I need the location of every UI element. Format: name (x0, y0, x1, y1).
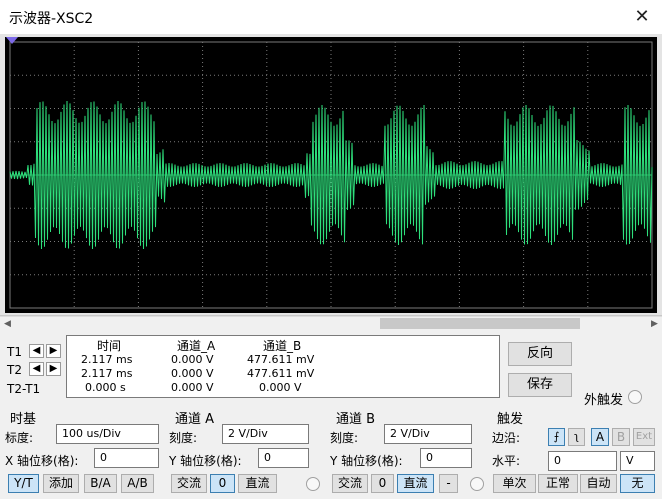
t2-ch-a: 0.000 V (171, 367, 214, 380)
trigger-none-button[interactable]: 无 (620, 474, 655, 493)
channel-b-zero-button[interactable]: 0 (371, 474, 394, 493)
diff-ch-a: 0.000 V (171, 381, 214, 394)
channel-a-ypos-field[interactable]: 0 (258, 448, 309, 468)
channel-b-title: 通道 B (336, 412, 376, 427)
timebase-xpos-field[interactable]: 0 (94, 448, 159, 468)
t2-time: 2.117 ms (81, 367, 133, 380)
cursor-diff-label: T2-T1 (7, 382, 41, 396)
trigger-source-ext-button[interactable]: Ext (633, 428, 655, 446)
channel-b-ypos-field[interactable]: 0 (420, 448, 472, 468)
channel-b-radio[interactable] (470, 477, 484, 491)
channel-a-dc-button[interactable]: 直流 (238, 474, 277, 493)
timebase-scale-field[interactable]: 100 us/Div (56, 424, 159, 444)
cursor-t2-label: T2 (7, 363, 22, 377)
channel-b-ac-button[interactable]: 交流 (332, 474, 368, 493)
trigger-source-a-button[interactable]: A (591, 428, 609, 446)
t1-ch-a: 0.000 V (171, 353, 214, 366)
title-bar (0, 0, 662, 34)
header-time: 时间 (97, 339, 122, 353)
trigger-level-label: 水平: (492, 454, 521, 468)
t1-left-arrow-icon[interactable]: ◀ (29, 344, 44, 358)
timebase-title: 时基 (10, 412, 37, 427)
save-button[interactable]: 保存 (508, 373, 572, 397)
timebase-scale-label: 标度: (5, 431, 34, 445)
close-button[interactable]: ✕ (622, 0, 662, 34)
window-title: 示波器-XSC2 (9, 11, 94, 27)
channel-a-zero-button[interactable]: 0 (210, 474, 235, 493)
t1-ch-b: 477.611 mV (247, 353, 315, 366)
channel-a-title: 通道 A (175, 412, 215, 427)
trigger-single-button[interactable]: 单次 (493, 474, 536, 493)
channel-b-scale-field[interactable]: 2 V/Div (384, 424, 472, 444)
channel-a-scale-label: 刻度: (169, 431, 198, 445)
trigger-normal-button[interactable]: 正常 (538, 474, 578, 493)
mode-ba-button[interactable]: B/A (84, 474, 117, 493)
scroll-right-icon[interactable]: ▶ (647, 317, 662, 332)
trigger-marker-icon[interactable] (6, 37, 18, 44)
trigger-auto-button[interactable]: 自动 (580, 474, 617, 493)
channel-a-ypos-label: Y 轴位移(格): (169, 454, 242, 468)
channel-b-scale-label: 刻度: (330, 431, 359, 445)
measurement-readout: 时间 通道_A 通道_B 2.117 ms 0.000 V 477.611 mV… (66, 335, 500, 398)
rising-edge-icon[interactable]: ⨍ (548, 428, 565, 446)
mode-add-button[interactable]: 添加 (43, 474, 79, 493)
timebase-xpos-label: X 轴位移(格): (5, 454, 79, 468)
channel-a-ac-button[interactable]: 交流 (171, 474, 207, 493)
channel-a-invert-radio[interactable] (306, 477, 320, 491)
cursor-t1-label: T1 (7, 345, 22, 359)
scrollbar-thumb[interactable] (380, 318, 580, 329)
trigger-level-field[interactable]: 0 (548, 451, 617, 471)
trigger-source-b-button[interactable]: B (612, 428, 630, 446)
t2-ch-b: 477.611 mV (247, 367, 315, 380)
scope-graticule (9, 41, 653, 309)
falling-edge-icon[interactable]: ʅ (568, 428, 585, 446)
scroll-left-icon[interactable]: ◀ (0, 317, 15, 332)
mode-yt-button[interactable]: Y/T (8, 474, 39, 493)
mode-ab-button[interactable]: A/B (121, 474, 154, 493)
t1-right-arrow-icon[interactable]: ▶ (46, 344, 61, 358)
t2-left-arrow-icon[interactable]: ◀ (29, 362, 44, 376)
trigger-title: 触发 (497, 412, 524, 427)
oscilloscope-screen (5, 37, 657, 313)
channel-b-invert-button[interactable]: - (439, 474, 458, 493)
channel-b-ypos-label: Y 轴位移(格): (330, 454, 403, 468)
channel-a-scale-field[interactable]: 2 V/Div (222, 424, 309, 444)
reverse-button[interactable]: 反向 (508, 342, 572, 366)
ext-trigger-radio[interactable] (628, 390, 642, 404)
header-channel-a: 通道_A (177, 339, 216, 353)
ext-trigger-label: 外触发 (584, 393, 624, 408)
header-channel-b: 通道_B (263, 339, 302, 353)
t2-right-arrow-icon[interactable]: ▶ (46, 362, 61, 376)
channel-b-dc-button[interactable]: 直流 (397, 474, 434, 493)
diff-ch-b: 0.000 V (259, 381, 302, 394)
diff-time: 0.000 s (85, 381, 126, 394)
trigger-level-unit[interactable]: V (620, 451, 655, 471)
t1-time: 2.117 ms (81, 353, 133, 366)
trigger-edge-label: 边沿: (492, 431, 521, 445)
